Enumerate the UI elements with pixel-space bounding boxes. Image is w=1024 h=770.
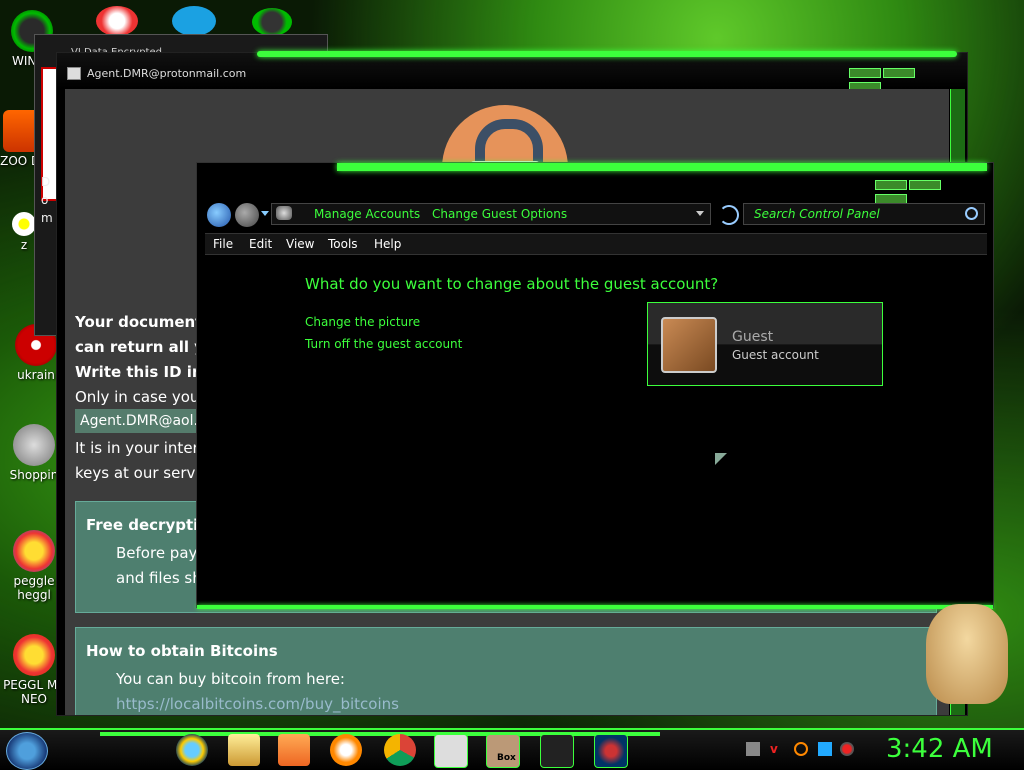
address-dropdown-icon[interactable] [696,211,704,216]
ransom-line-1: Your documents [75,313,212,331]
panel-text: Before payir [116,544,208,562]
window-icon [67,67,81,80]
tray-search-icon[interactable] [794,742,808,756]
turn-off-guest-link[interactable]: Turn off the guest account [305,337,462,351]
uc-browser-icon[interactable] [330,734,362,766]
breadcrumb-manage-accounts[interactable]: Manage Accounts [314,207,420,221]
desktop-icon-label: z [20,238,28,252]
back-icon[interactable] [207,203,231,227]
ransom-line-3: Write this ID in [75,363,203,381]
window-task-icon[interactable] [434,734,468,768]
window-controls [875,179,975,204]
panel-text: You can buy bitcoin from here: [116,670,345,688]
breadcrumb-change-guest-options[interactable]: Change Guest Options [432,207,567,221]
hamster-task-icon[interactable]: Box [486,734,520,768]
tray-network-icon[interactable] [746,742,760,756]
flash-icon [13,424,55,466]
tray-volume-icon[interactable] [840,742,854,756]
bitcoin-panel: How to obtain Bitcoins You can buy bitco… [75,627,937,715]
maximize-button[interactable] [909,180,941,190]
search-input[interactable]: Search Control Panel [743,203,985,225]
history-dropdown-icon[interactable] [261,211,269,216]
users-icon [276,206,292,220]
bottom-accent [197,605,993,609]
minimize-button[interactable] [849,68,881,78]
change-picture-link[interactable]: Change the picture [305,315,420,329]
clock[interactable]: 3:42 AM [886,734,993,764]
hamster-mascot [926,604,1008,704]
taskbar: Box v 3:42 AM [0,728,1024,770]
side-text-3: m [41,211,53,225]
desktop-icon-label: ukrain [17,368,55,382]
guest-account-tile[interactable]: Guest Guest account [647,302,883,386]
panel-heading: How to obtain Bitcoins [86,642,278,660]
menu-tools[interactable]: Tools [328,237,358,251]
tray-antivirus-icon[interactable]: v [770,742,784,756]
forward-icon[interactable] [235,203,259,227]
peggle-icon [13,530,55,572]
briefcase-icon [661,317,717,373]
menu-edit[interactable]: Edit [249,237,272,251]
menu-view[interactable]: View [286,237,314,251]
menu-help[interactable]: Help [374,237,401,251]
peggle-top-icon[interactable] [96,6,138,36]
menu-bar: File Edit View Tools Help [205,233,987,255]
internet-explorer-icon[interactable] [176,734,208,766]
peggle-icon [13,634,55,676]
mouse-cursor-icon [715,453,727,465]
side-text-2: o [41,193,49,207]
tray-icons: v [746,742,856,758]
ransom-line-5: It is in your interes [75,439,216,457]
control-panel-task-icon[interactable] [594,734,628,768]
folder-icon[interactable] [228,734,260,766]
start-button[interactable] [6,732,48,770]
title-accent [337,163,987,171]
account-name: Guest [732,329,774,345]
desktop-icon-label: peggle heggl [13,574,55,602]
menu-file[interactable]: File [213,237,233,251]
control-panel-window[interactable]: Manage Accounts Change Guest Options Sea… [196,162,994,609]
address-bar[interactable]: Manage Accounts Change Guest Options [271,203,711,225]
ring-icon[interactable] [252,8,292,36]
chrome-icon[interactable] [384,734,416,766]
desktop-icon-label: Shoppin [9,468,59,482]
side-text-1: D [41,175,51,189]
media-player-icon[interactable] [278,734,310,766]
minimize-button[interactable] [875,180,907,190]
account-type: Guest account [732,348,819,362]
page-heading: What do you want to change about the gue… [305,275,719,293]
ransom-task-icon[interactable] [540,734,574,768]
ransom-line-2: can return all yo [75,338,215,356]
maximize-button[interactable] [883,68,915,78]
window-controls [849,67,949,92]
panel-heading: Free decryptio [86,516,209,534]
tray-display-icon[interactable] [818,742,832,756]
window-title: Agent.DMR@protonmail.com [87,67,247,80]
box-label: Box [497,753,516,763]
search-placeholder: Search Control Panel [754,207,880,221]
ransom-line-4: Only in case you c [75,388,213,406]
flower-icon [12,212,36,236]
ransom-line-6: keys at our server [75,464,211,482]
refresh-icon[interactable] [719,205,739,225]
search-icon[interactable] [965,207,978,220]
bitcoin-link[interactable]: https://localbitcoins.com/buy_bitcoins [116,695,399,713]
title-bar[interactable]: Agent.DMR@protonmail.com [57,51,967,92]
skype-icon[interactable] [172,6,216,36]
title-accent [257,51,957,57]
